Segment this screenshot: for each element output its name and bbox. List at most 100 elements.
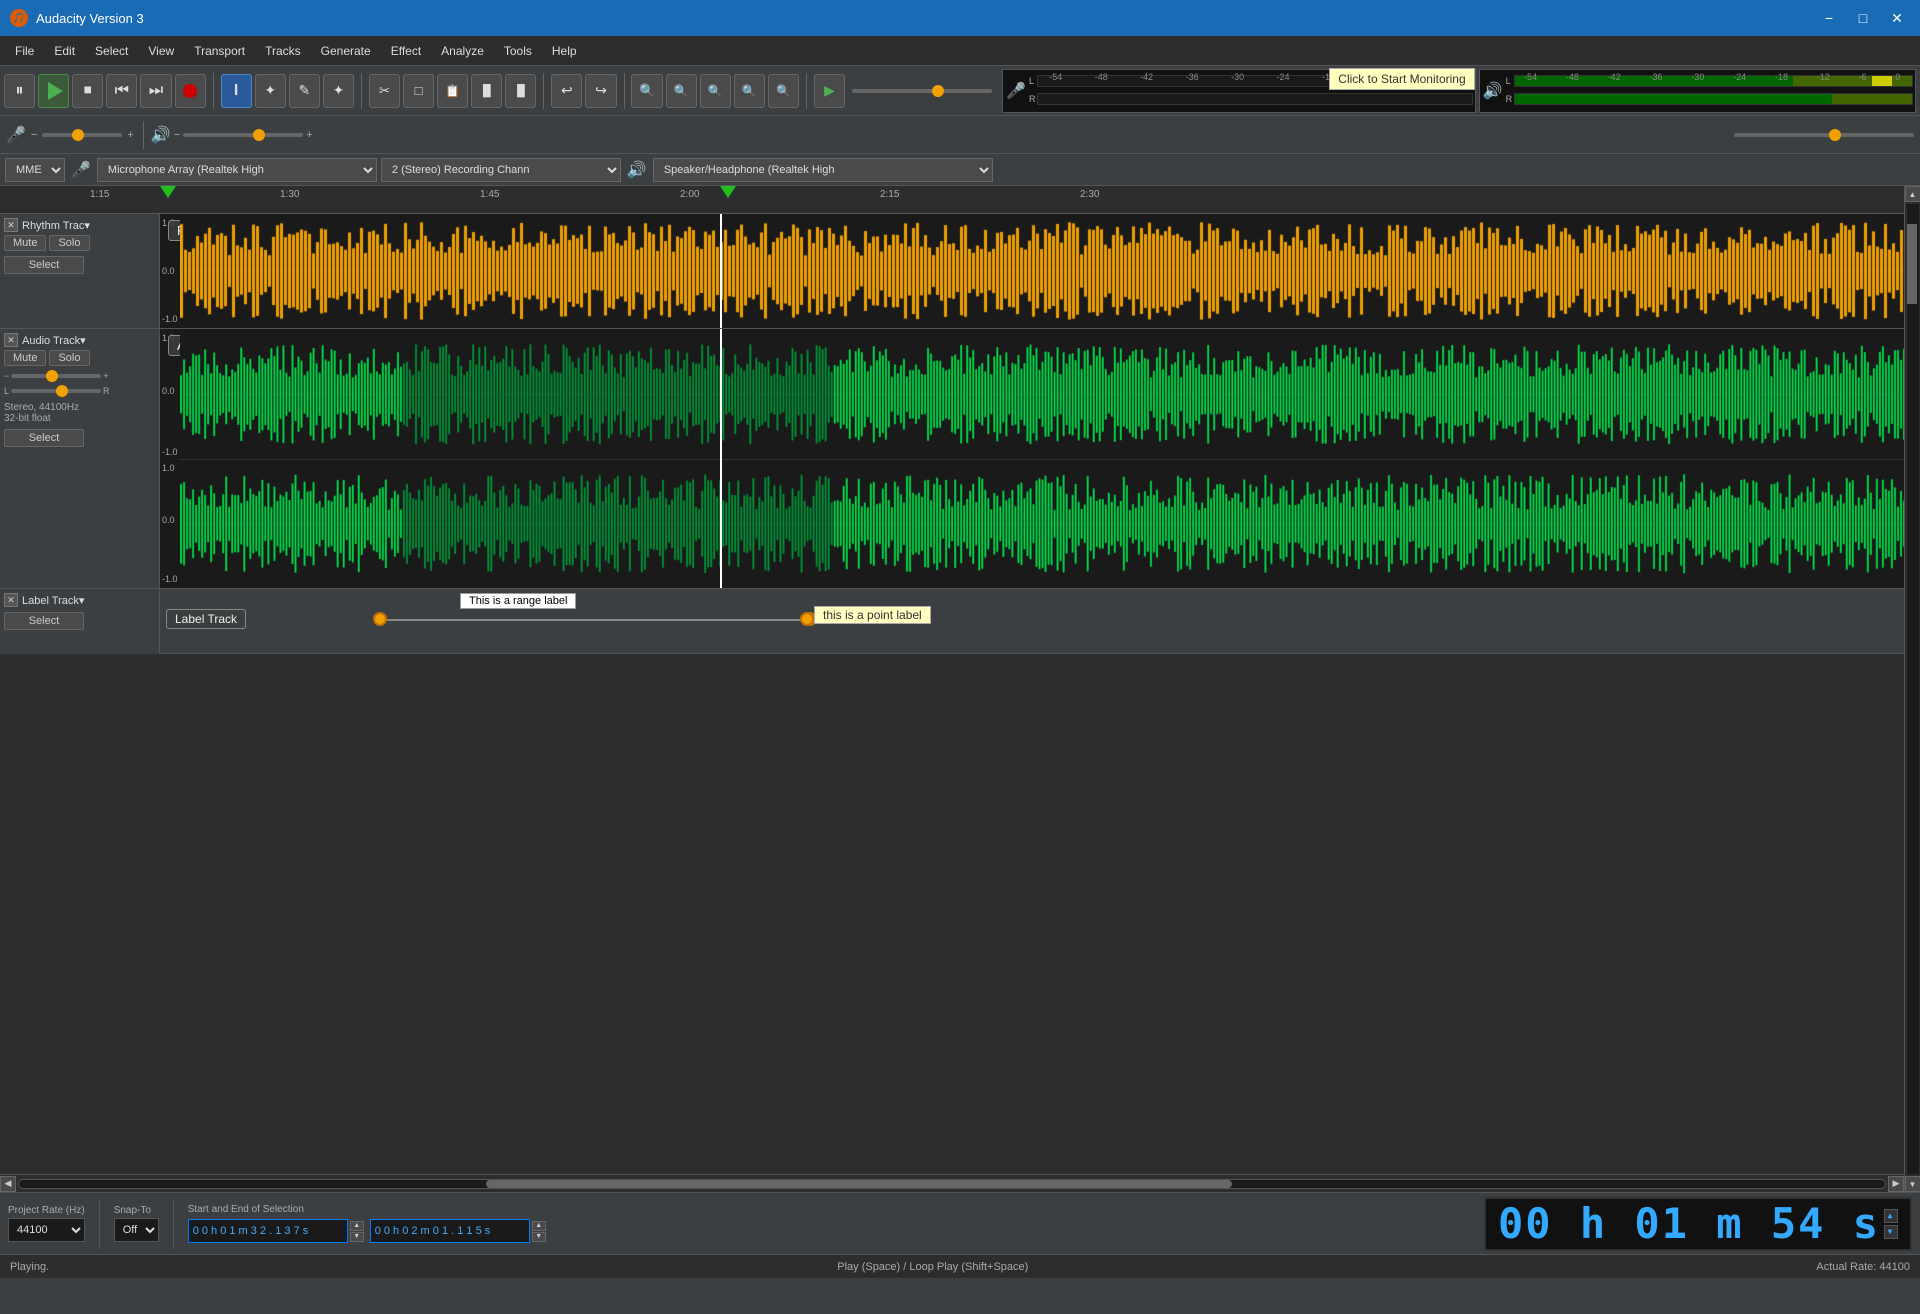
minimize-button[interactable]: − <box>1816 5 1842 31</box>
menu-tools[interactable]: Tools <box>494 40 542 62</box>
vol-knob[interactable] <box>253 129 265 141</box>
paste-button[interactable]: 📋 <box>437 74 468 108</box>
range-label-text[interactable]: This is a range label <box>460 593 576 609</box>
vscroll-up[interactable]: ▲ <box>1905 186 1920 202</box>
big-time-up[interactable]: ▲ <box>1884 1209 1898 1223</box>
range-label-left-dot[interactable] <box>373 612 387 626</box>
snap-to-select[interactable]: Off <box>114 1218 159 1242</box>
tool-selection[interactable]: I <box>221 74 252 108</box>
track-audio-name[interactable]: Audio Track▾ <box>22 334 155 347</box>
end-marker[interactable] <box>720 186 736 198</box>
monitoring-tooltip[interactable]: Click to Start Monitoring <box>1329 68 1474 90</box>
track-rhythm-select[interactable]: Select <box>4 256 84 274</box>
playback-speed-knob[interactable] <box>1829 129 1841 141</box>
track-rhythm-mute[interactable]: Mute <box>4 235 46 251</box>
menu-generate[interactable]: Generate <box>311 40 381 62</box>
microphone-select[interactable]: Microphone Array (Realtek High <box>97 158 377 182</box>
start-marker[interactable] <box>160 186 176 198</box>
track-audio-mute[interactable]: Mute <box>4 350 46 366</box>
track-label-close[interactable]: ✕ <box>4 593 18 607</box>
mic-gain-slider[interactable] <box>42 133 122 137</box>
menu-help[interactable]: Help <box>542 40 587 62</box>
vscroll-track[interactable] <box>1907 204 1919 1174</box>
menu-transport[interactable]: Transport <box>184 40 255 62</box>
timeline-tracks-col: 1:15 1:30 1:45 2:00 2:15 2:30 ✕ Rhythm T… <box>0 186 1904 1192</box>
hscroll-left[interactable]: ◀ <box>0 1176 16 1192</box>
menu-select[interactable]: Select <box>85 40 138 62</box>
track-rhythm-name[interactable]: Rhythm Trac▾ <box>22 219 155 232</box>
skip-start-button[interactable]: ⏮ <box>106 74 137 108</box>
speaker-vu-meter[interactable]: 🔊 L R -54-48-42-36-30-24-18-12-60 <box>1479 69 1916 113</box>
track-audio-solo[interactable]: Solo <box>49 350 89 366</box>
zoom-toggle-button[interactable]: 🔍 <box>768 74 799 108</box>
track-rhythm-canvas[interactable]: 1.0 0.0 -1.0 Rhythm Track /Label Track <box>160 214 1904 328</box>
project-rate-section: Project Rate (Hz) 44100 <box>8 1205 85 1242</box>
copy-button[interactable]: □ <box>403 74 434 108</box>
channel-select[interactable]: 2 (Stereo) Recording Chann <box>381 158 621 182</box>
undo-button[interactable]: ↩ <box>551 74 582 108</box>
vol-slider[interactable] <box>183 133 303 137</box>
cut-button[interactable]: ✂ <box>369 74 400 108</box>
transport-toolbar: ⏸ ⏹ ⏮ ⏭ I ✦ ✎ ✦ ✂ □ 📋 ▐▌ ▐▌ <box>0 66 1920 116</box>
track-rhythm-solo[interactable]: Solo <box>49 235 89 251</box>
playback-speed-slider[interactable] <box>1734 133 1914 137</box>
pause-button[interactable]: ⏸ <box>4 74 35 108</box>
vscroll-down[interactable]: ▼ <box>1905 1176 1920 1192</box>
menu-file[interactable]: File <box>5 40 44 62</box>
project-rate-select[interactable]: 44100 <box>8 1218 85 1242</box>
start-time-up[interactable]: ▲ <box>350 1221 364 1231</box>
close-button[interactable]: ✕ <box>1884 5 1910 31</box>
tool-multi[interactable]: ✦ <box>323 74 354 108</box>
mic-gain-knob[interactable] <box>72 129 84 141</box>
menu-view[interactable]: View <box>138 40 184 62</box>
audio-gain-knob[interactable] <box>46 370 58 382</box>
record-button[interactable] <box>175 74 206 108</box>
label-track-canvas[interactable]: Label Track This is a range label <box>160 589 1904 649</box>
tool-draw[interactable]: ✎ <box>289 74 320 108</box>
end-time-up[interactable]: ▲ <box>532 1221 546 1231</box>
audio-info: Stereo, 44100Hz32-bit float <box>4 402 155 424</box>
track-audio-canvas[interactable]: 1.0 0.0 -1.0 1.0 0.0 -1.0 Audio Track wi… <box>160 329 1904 588</box>
track-label-name[interactable]: Label Track▾ <box>22 594 155 607</box>
speaker-select[interactable]: Speaker/Headphone (Realtek High <box>653 158 993 182</box>
point-label-dot[interactable] <box>800 612 814 626</box>
trim-button[interactable]: ▐▌ <box>471 74 502 108</box>
tool-envelope[interactable]: ✦ <box>255 74 286 108</box>
end-time-down[interactable]: ▼ <box>532 1232 546 1242</box>
hscroll-thumb[interactable] <box>486 1180 1232 1188</box>
audio-pan-knob[interactable] <box>56 385 68 397</box>
menu-edit[interactable]: Edit <box>44 40 85 62</box>
track-audio-close[interactable]: ✕ <box>4 333 18 347</box>
zoom-sel-button[interactable]: 🔍 <box>700 74 731 108</box>
menu-analyze[interactable]: Analyze <box>431 40 494 62</box>
start-time-input[interactable] <box>188 1219 348 1243</box>
zoom-fit-button[interactable]: 🔍 <box>734 74 765 108</box>
menu-effect[interactable]: Effect <box>381 40 431 62</box>
audio-gain-slider[interactable] <box>11 374 101 378</box>
stop-button[interactable]: ⏹ <box>72 74 103 108</box>
skip-end-button[interactable]: ⏭ <box>140 74 171 108</box>
host-select[interactable]: MME <box>5 158 65 182</box>
maximize-button[interactable]: □ <box>1850 5 1876 31</box>
end-time-input[interactable] <box>370 1219 530 1243</box>
start-time-down[interactable]: ▼ <box>350 1232 364 1242</box>
play-at-speed[interactable]: ▶ <box>814 74 845 108</box>
hscroll-right[interactable]: ▶ <box>1888 1176 1904 1192</box>
audio-pan-slider[interactable] <box>11 389 101 393</box>
hscroll-track[interactable] <box>18 1179 1886 1189</box>
zoom-out-button[interactable]: 🔍 <box>666 74 697 108</box>
menu-tracks[interactable]: Tracks <box>255 40 311 62</box>
timeline-ruler[interactable]: 1:15 1:30 1:45 2:00 2:15 2:30 <box>0 186 1904 214</box>
big-time-down[interactable]: ▼ <box>1884 1225 1898 1239</box>
track-rhythm-close[interactable]: ✕ <box>4 218 18 232</box>
zoom-in-button[interactable]: 🔍 <box>631 74 662 108</box>
track-label-select[interactable]: Select <box>4 612 84 630</box>
play-button[interactable] <box>38 74 69 108</box>
track-audio-select[interactable]: Select <box>4 429 84 447</box>
vscroll-thumb[interactable] <box>1907 224 1917 304</box>
redo-button[interactable]: ↪ <box>585 74 616 108</box>
point-label-text[interactable]: this is a point label <box>814 606 931 624</box>
silence-button[interactable]: ▐▌ <box>505 74 536 108</box>
vu-meter-container[interactable]: 🎤 L R Click to Start Monito <box>1002 69 1476 113</box>
speed-knob[interactable] <box>932 85 944 97</box>
